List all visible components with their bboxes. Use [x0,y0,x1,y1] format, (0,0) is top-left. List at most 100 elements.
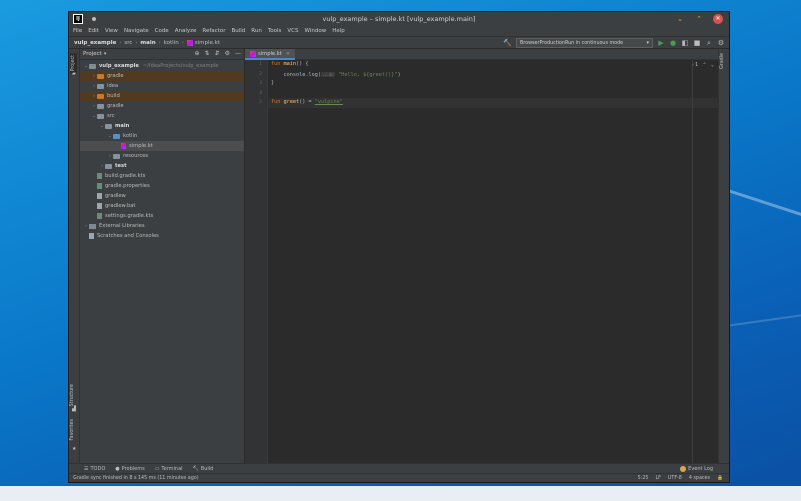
tree-item-simple-kt[interactable]: simple.kt [80,141,244,151]
debug-icon[interactable]: ● [669,39,677,47]
menu-code[interactable]: Code [155,28,169,34]
gear-icon[interactable]: ⚙ [225,50,230,57]
tree-item-vulp-example[interactable]: ⌄ vulp_example ~/IdeaProjects/vulp_example [80,61,244,71]
breadcrumb-main[interactable]: main [140,40,155,46]
hammer-icon: 🔨 [192,465,199,472]
code-line[interactable] [268,89,718,99]
stop-icon[interactable]: ■ [693,39,701,47]
inspection-count: 1 [694,62,698,68]
inspection-status[interactable]: ✓1 [692,62,698,68]
menu-navigate[interactable]: Navigate [124,28,149,34]
breadcrumb-project[interactable]: vulp_example [74,40,116,46]
tree-item-test[interactable]: › test [80,161,244,171]
tree-item-label: build [107,93,120,99]
file-encoding[interactable]: UTF-8 [668,476,682,481]
tree-item-settings-gradle-kts[interactable]: settings.gradle.kts [80,211,244,221]
tree-item-gradle-properties[interactable]: gradle.properties [80,181,244,191]
menu-edit[interactable]: Edit [88,28,99,34]
problems-tool-button[interactable]: ● Problems [115,466,144,472]
line-separator[interactable]: LF [655,476,660,481]
indent-setting[interactable]: 4 spaces [689,476,710,481]
star-icon[interactable]: ★ [72,446,76,452]
tree-item-gradlew-bat[interactable]: gradlew.bat [80,201,244,211]
breadcrumb-file-label: simple.kt [194,39,220,46]
status-message[interactable]: Gradle sync finished in 8 s 145 ms (11 m… [73,476,199,481]
coverage-icon[interactable]: ◧ [681,39,689,47]
structure-tool-tab[interactable]: Structure [70,384,75,406]
caret-position[interactable]: 5:25 [638,476,649,481]
todo-tool-button[interactable]: ☰ TODO [84,466,105,472]
function-name: greet [283,99,300,105]
locate-icon[interactable]: ⊕ [195,50,200,57]
close-tab-icon[interactable]: × [286,51,290,57]
tree-item-gradlew[interactable]: gradlew [80,191,244,201]
gear-icon[interactable]: ⚙ [717,39,725,47]
collapse-all-icon[interactable]: ⇵ [215,50,220,57]
tree-item-main[interactable]: ⌄ main [80,121,244,131]
build-tool-button[interactable]: 🔨 Build [193,466,214,472]
expand-all-icon[interactable]: ⇅ [205,50,210,57]
menu-file[interactable]: File [73,28,82,34]
tree-item-label: Scratches and Consoles [97,233,159,239]
list-icon: ☰ [84,465,89,472]
code-line[interactable]: console.log(...a: "Hello, ${greet()}") [268,70,718,80]
kotlin-file-icon [121,143,126,149]
code-area[interactable]: fun main() { console.log(...a: "Hello, $… [268,60,718,463]
tree-item-gradle[interactable]: › gradle [80,101,244,111]
menu-build[interactable]: Build [231,28,245,34]
code-line[interactable]: } [268,79,718,89]
search-icon[interactable]: ⌕ [705,39,713,47]
breadcrumb-kotlin[interactable]: kotlin [164,40,179,46]
tree-item-gradle[interactable]: › gradle [80,71,244,81]
breadcrumb-file[interactable]: simple.kt [186,39,220,46]
lock-icon[interactable]: 🔒 [717,476,723,481]
library-icon [89,223,96,229]
tree-item-external-libraries[interactable]: › External Libraries [80,221,244,231]
menu-refactor[interactable]: Refactor [202,28,225,34]
code-line-current[interactable]: fun greet() = "vulpine" [268,98,718,108]
tree-item-build-gradle-kts[interactable]: build.gradle.kts [80,171,244,181]
terminal-tool-button[interactable]: ▭ Terminal [155,466,183,472]
menu-run[interactable]: Run [251,28,262,34]
run-icon[interactable]: ▶ [657,39,665,47]
breadcrumb-separator: › [119,39,122,46]
event-log-button[interactable]: Event Log [680,465,713,472]
menu-help[interactable]: Help [332,28,345,34]
menu-tools[interactable]: Tools [268,28,282,34]
run-configuration-select[interactable]: BrowserProductionRun in continuous mode … [516,38,653,48]
file-icon [97,193,102,199]
hide-icon[interactable]: — [235,50,241,57]
tree-item-scratches-and-consoles[interactable]: Scratches and Consoles [80,231,244,241]
tree-item-label: main [115,123,130,129]
tree-item-idea[interactable]: › idea [80,81,244,91]
menu-window[interactable]: Window [305,28,327,34]
project-panel-title[interactable]: Project [83,51,102,57]
tool-label: Problems [121,465,145,472]
tree-item-label: resources [123,153,149,159]
menu-view[interactable]: View [105,28,118,34]
structure-icon[interactable]: ▟ [72,406,76,412]
window-title: vulp_example – simple.kt [vulp_example.m… [322,15,476,23]
editor-tab-simple-kt[interactable]: simple.kt × [245,49,296,60]
chevron-down-icon[interactable]: ⌄ [711,62,714,68]
gradle-tool-tab[interactable]: Gradle [720,53,725,69]
build-hammer-icon[interactable]: 🔨 [503,39,512,47]
tree-item-resources[interactable]: › resources [80,151,244,161]
chevron-down-icon[interactable]: ▾ [104,51,107,57]
maximize-button[interactable]: ⌃ [694,14,704,24]
kotlin-file-icon [250,50,256,57]
favorites-tool-tab[interactable]: Favorites [70,419,75,441]
minimize-button[interactable]: ⌄ [675,14,685,24]
menu-analyze[interactable]: Analyze [175,28,197,34]
tree-item-src[interactable]: ⌄ src [80,111,244,121]
menu-vcs[interactable]: VCS [287,28,298,34]
tree-item-kotlin[interactable]: ⌄ kotlin [80,131,244,141]
close-button[interactable]: ✕ [713,14,723,24]
code-line[interactable]: fun main() { [268,60,718,70]
breadcrumb-src[interactable]: src [124,40,132,46]
folder-icon[interactable]: ▰ [72,71,76,77]
chevron-up-icon[interactable]: ⌃ [703,62,706,68]
event-log-label: Event Log [688,465,713,472]
folder-icon [97,103,104,109]
tree-item-build[interactable]: › build [80,91,244,101]
